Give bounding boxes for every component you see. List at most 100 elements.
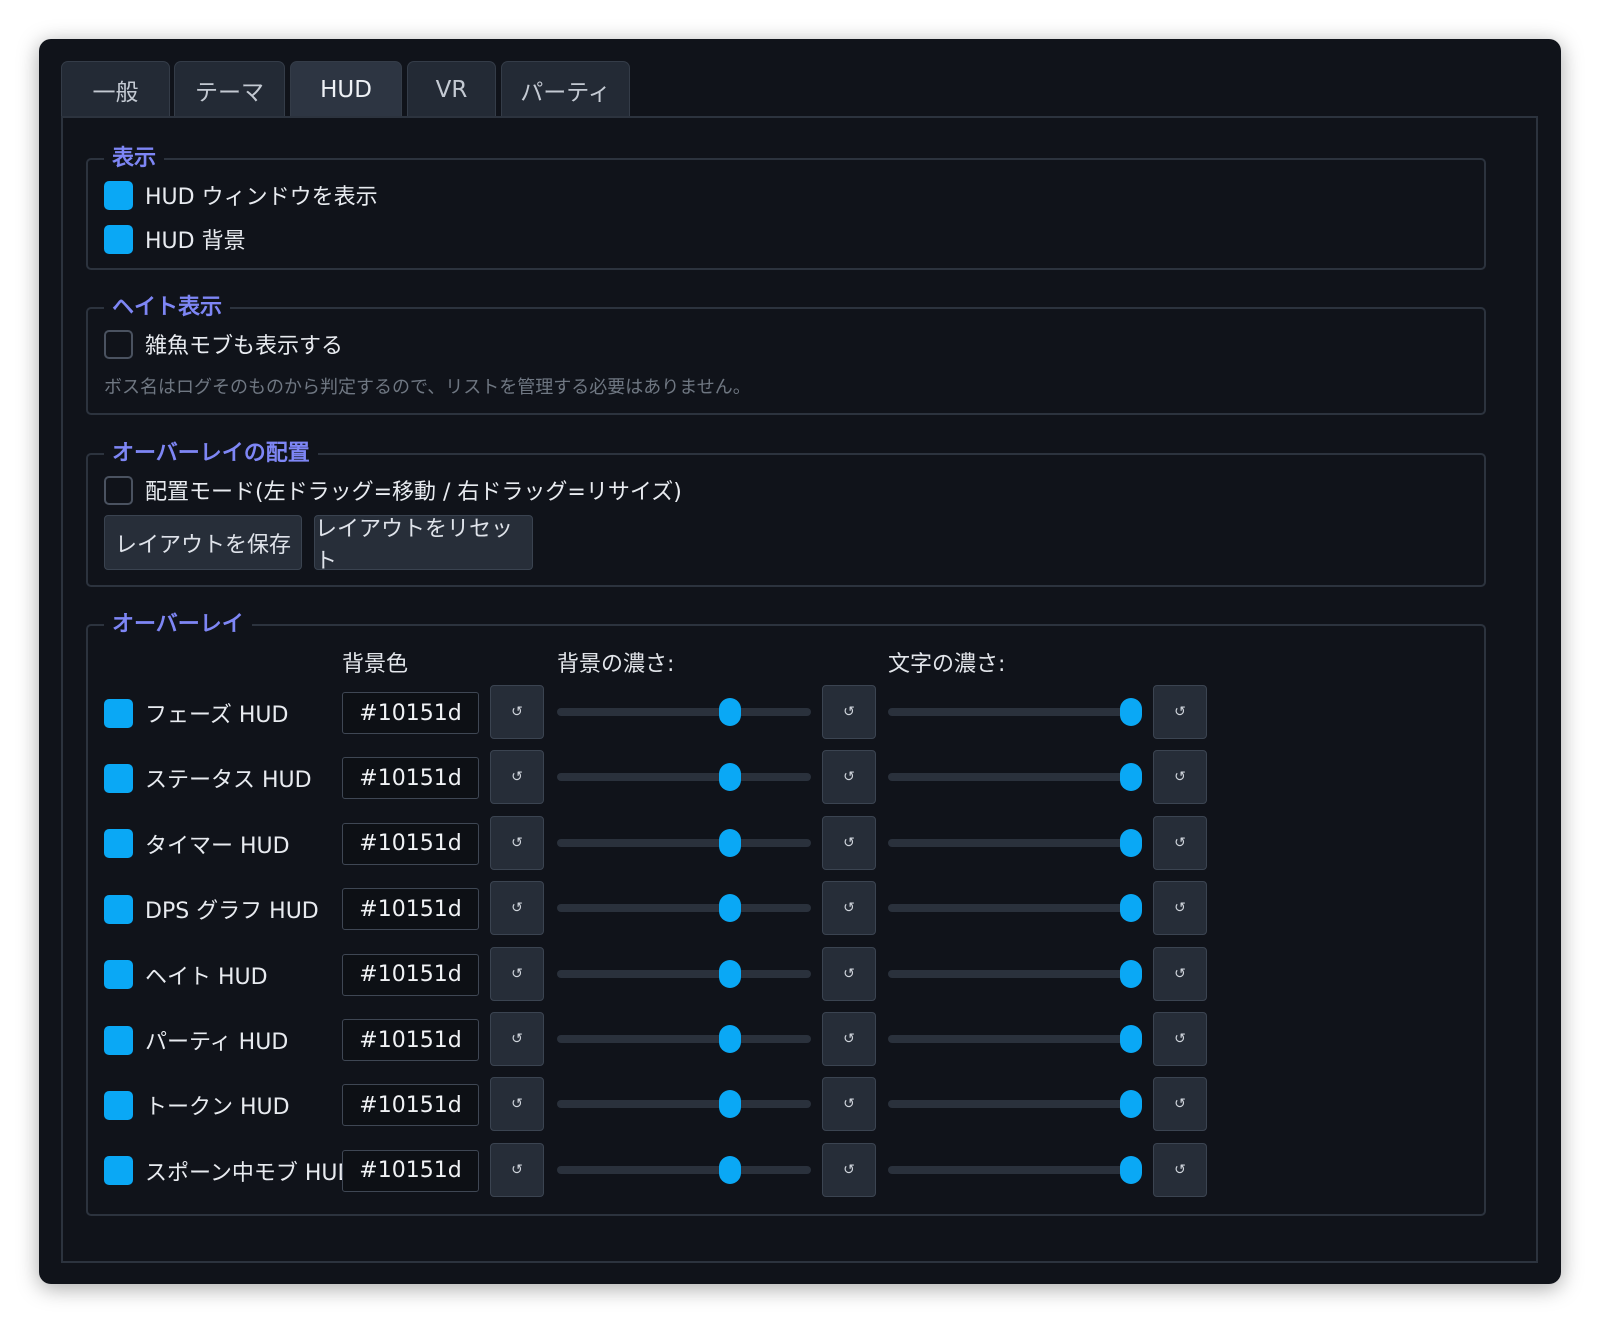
bg-color-reset-button[interactable]: ↺ <box>490 685 544 739</box>
bg-color-input[interactable]: #10151d <box>342 888 479 931</box>
slider-thumb[interactable] <box>1120 698 1142 726</box>
bg-opacity-slider[interactable] <box>557 1090 811 1119</box>
overlay-enable-checkbox[interactable] <box>104 960 133 990</box>
bg-color-reset-button[interactable]: ↺ <box>490 946 544 1001</box>
overlay-enable-checkbox[interactable] <box>104 1025 133 1055</box>
overlay-name-label: DPS グラフ HUD <box>145 899 319 925</box>
bg-color-reset-button[interactable]: ↺ <box>490 1142 544 1197</box>
hud-background-option[interactable]: HUD 背景 <box>104 223 246 255</box>
layout-mode-option[interactable]: 配置モード(左ドラッグ=移動 / 右ドラッグ=リサイズ) <box>104 474 682 506</box>
overlay-enable-option[interactable]: フェーズ HUD <box>104 697 288 729</box>
save-layout-button[interactable]: レイアウトを保存 <box>104 515 302 570</box>
slider-thumb[interactable] <box>719 1025 742 1053</box>
bg-color-input[interactable]: #10151d <box>342 1019 479 1061</box>
bg-color-reset-button[interactable]: ↺ <box>490 815 544 870</box>
bg-color-input[interactable]: #10151d <box>342 1084 479 1127</box>
slider-thumb[interactable] <box>1120 763 1142 792</box>
layout-mode-checkbox[interactable] <box>104 475 133 505</box>
reset-icon: ↺ <box>843 704 855 720</box>
bg-opacity-slider[interactable] <box>557 828 811 857</box>
bg-color-input[interactable]: #10151d <box>342 692 479 734</box>
text-opacity-slider[interactable] <box>888 763 1142 792</box>
text-opacity-reset-button[interactable]: ↺ <box>1153 946 1207 1001</box>
text-opacity-reset-button[interactable]: ↺ <box>1153 685 1207 739</box>
overlay-enable-checkbox[interactable] <box>104 894 133 924</box>
tab-hud[interactable]: HUD <box>290 61 402 117</box>
tab-general[interactable]: 一般 <box>61 61 170 117</box>
text-opacity-reset-button[interactable]: ↺ <box>1153 881 1207 936</box>
display-group: 表示 HUD ウィンドウを表示 HUD 背景 <box>86 144 1486 270</box>
text-opacity-reset-button[interactable]: ↺ <box>1153 1142 1207 1197</box>
show-trash-mobs-checkbox[interactable] <box>104 329 133 359</box>
overlay-enable-option[interactable]: パーティ HUD <box>104 1024 288 1056</box>
bg-opacity-slider[interactable] <box>557 1025 811 1053</box>
tab-theme[interactable]: テーマ <box>174 61 285 117</box>
text-opacity-reset-button[interactable]: ↺ <box>1153 1012 1207 1066</box>
overlay-enable-checkbox[interactable] <box>104 763 133 793</box>
text-opacity-reset-button[interactable]: ↺ <box>1153 750 1207 805</box>
overlay-enable-checkbox[interactable] <box>104 1156 133 1186</box>
bg-opacity-reset-button[interactable]: ↺ <box>822 1142 876 1197</box>
slider-thumb[interactable] <box>719 1090 742 1119</box>
bg-opacity-reset-button[interactable]: ↺ <box>822 815 876 870</box>
bg-color-input[interactable]: #10151d <box>342 757 479 800</box>
slider-thumb[interactable] <box>1120 828 1142 857</box>
bg-opacity-slider[interactable] <box>557 894 811 923</box>
bg-opacity-reset-button[interactable]: ↺ <box>822 750 876 805</box>
reset-layout-button[interactable]: レイアウトをリセット <box>314 515 533 574</box>
bg-color-reset-button[interactable]: ↺ <box>490 881 544 936</box>
text-opacity-slider[interactable] <box>888 1155 1142 1184</box>
text-opacity-slider[interactable] <box>888 1025 1142 1053</box>
slider-thumb[interactable] <box>1120 1155 1142 1184</box>
overlay-enable-option[interactable]: ヘイト HUD <box>104 959 268 991</box>
tab-party[interactable]: パーティ <box>501 61 630 117</box>
text-opacity-slider[interactable] <box>888 698 1142 726</box>
bg-color-input[interactable]: #10151d <box>342 953 479 996</box>
bg-opacity-slider[interactable] <box>557 959 811 988</box>
bg-color-input[interactable]: #10151d <box>342 1149 479 1192</box>
bg-color-reset-button[interactable]: ↺ <box>490 1077 544 1132</box>
text-opacity-reset-button[interactable]: ↺ <box>1153 815 1207 870</box>
bg-opacity-reset-button[interactable]: ↺ <box>822 1077 876 1132</box>
slider-thumb[interactable] <box>719 828 742 857</box>
bg-opacity-reset-button[interactable]: ↺ <box>822 1012 876 1066</box>
slider-thumb[interactable] <box>1120 894 1142 923</box>
text-opacity-slider[interactable] <box>888 1090 1142 1119</box>
show-trash-mobs-option[interactable]: 雑魚モブも表示する <box>104 328 343 360</box>
overlay-enable-option[interactable]: トークン HUD <box>104 1089 290 1121</box>
bg-color-reset-button[interactable]: ↺ <box>490 750 544 805</box>
bg-opacity-slider[interactable] <box>557 1155 811 1184</box>
slider-thumb[interactable] <box>1120 1090 1142 1119</box>
overlay-enable-option[interactable]: DPS グラフ HUD <box>104 893 319 925</box>
overlay-enable-option[interactable]: タイマー HUD <box>104 828 290 860</box>
text-opacity-reset-button[interactable]: ↺ <box>1153 1077 1207 1132</box>
show-hud-window-option[interactable]: HUD ウィンドウを表示 <box>104 179 378 211</box>
hud-background-checkbox[interactable] <box>104 224 133 254</box>
slider-thumb[interactable] <box>719 959 742 988</box>
slider-thumb[interactable] <box>719 698 742 726</box>
show-hud-window-checkbox[interactable] <box>104 180 133 210</box>
slider-thumb[interactable] <box>719 1155 742 1184</box>
overlay-enable-checkbox[interactable] <box>104 698 133 728</box>
overlay-enable-option[interactable]: ステータス HUD <box>104 762 312 794</box>
slider-thumb[interactable] <box>719 894 742 923</box>
overlay-enable-checkbox[interactable] <box>104 829 133 859</box>
bg-opacity-reset-button[interactable]: ↺ <box>822 881 876 936</box>
tab-vr[interactable]: VR <box>407 61 496 117</box>
slider-thumb[interactable] <box>719 763 742 792</box>
overlay-enable-checkbox[interactable] <box>104 1090 133 1120</box>
bg-opacity-slider[interactable] <box>557 698 811 726</box>
slider-thumb[interactable] <box>1120 1025 1142 1053</box>
bg-opacity-slider[interactable] <box>557 763 811 792</box>
overlay-enable-option[interactable]: スポーン中モブ HUD <box>104 1155 354 1187</box>
text-opacity-slider[interactable] <box>888 959 1142 988</box>
slider-thumb[interactable] <box>1120 959 1142 988</box>
reset-icon: ↺ <box>511 900 523 917</box>
bg-opacity-reset-button[interactable]: ↺ <box>822 685 876 739</box>
bg-opacity-reset-button[interactable]: ↺ <box>822 946 876 1001</box>
reset-icon: ↺ <box>1174 1096 1186 1113</box>
bg-color-input[interactable]: #10151d <box>342 822 479 865</box>
bg-color-reset-button[interactable]: ↺ <box>490 1012 544 1066</box>
text-opacity-slider[interactable] <box>888 828 1142 857</box>
text-opacity-slider[interactable] <box>888 894 1142 923</box>
